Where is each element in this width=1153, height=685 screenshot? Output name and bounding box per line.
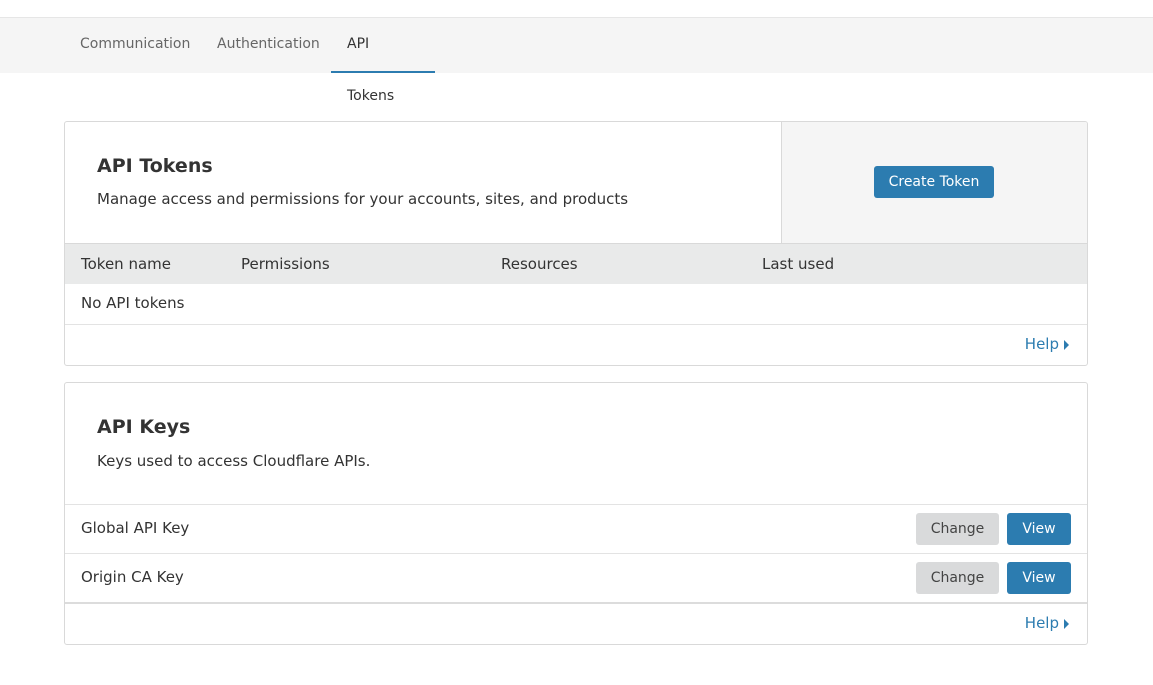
tokens-table-header: Token name Permissions Resources Last us… (65, 243, 1087, 284)
key-row: Origin CA Key Change View (65, 553, 1087, 602)
tab-authentication[interactable]: Authentication (201, 18, 336, 73)
view-origin-ca-key-button[interactable]: View (1007, 562, 1071, 594)
api-tokens-title: API Tokens (97, 155, 213, 177)
empty-tokens-message: No API tokens (81, 294, 185, 312)
column-token-name: Token name (81, 255, 171, 273)
caret-right-icon (1064, 340, 1069, 350)
tab-communication[interactable]: Communication (64, 18, 206, 73)
create-token-button[interactable]: Create Token (874, 166, 994, 198)
key-row: Global API Key Change View (65, 504, 1087, 553)
settings-tabs: Communication Authentication API Tokens (0, 17, 1153, 104)
tab-api-tokens[interactable]: API Tokens (331, 18, 435, 104)
api-tokens-card: API Tokens Manage access and permissions… (64, 121, 1088, 366)
key-name: Origin CA Key (81, 568, 184, 586)
view-global-key-button[interactable]: View (1007, 513, 1071, 545)
key-name: Global API Key (81, 519, 190, 537)
column-last-used: Last used (762, 255, 835, 273)
create-token-panel: Create Token (781, 122, 1087, 243)
api-keys-title: API Keys (97, 416, 191, 438)
api-keys-card: API Keys Keys used to access Cloudflare … (64, 382, 1088, 645)
keys-footer: Help (65, 602, 1087, 644)
api-tokens-subtitle: Manage access and permissions for your a… (97, 190, 629, 208)
change-global-key-button[interactable]: Change (916, 513, 999, 545)
column-permissions: Permissions (241, 255, 330, 273)
keys-help-link[interactable]: Help (1025, 614, 1069, 632)
tokens-footer: Help (65, 324, 1087, 365)
tokens-help-link[interactable]: Help (1025, 335, 1069, 353)
change-origin-ca-key-button[interactable]: Change (916, 562, 999, 594)
api-keys-subtitle: Keys used to access Cloudflare APIs. (97, 452, 371, 470)
caret-right-icon (1064, 619, 1069, 629)
column-resources: Resources (501, 255, 578, 273)
